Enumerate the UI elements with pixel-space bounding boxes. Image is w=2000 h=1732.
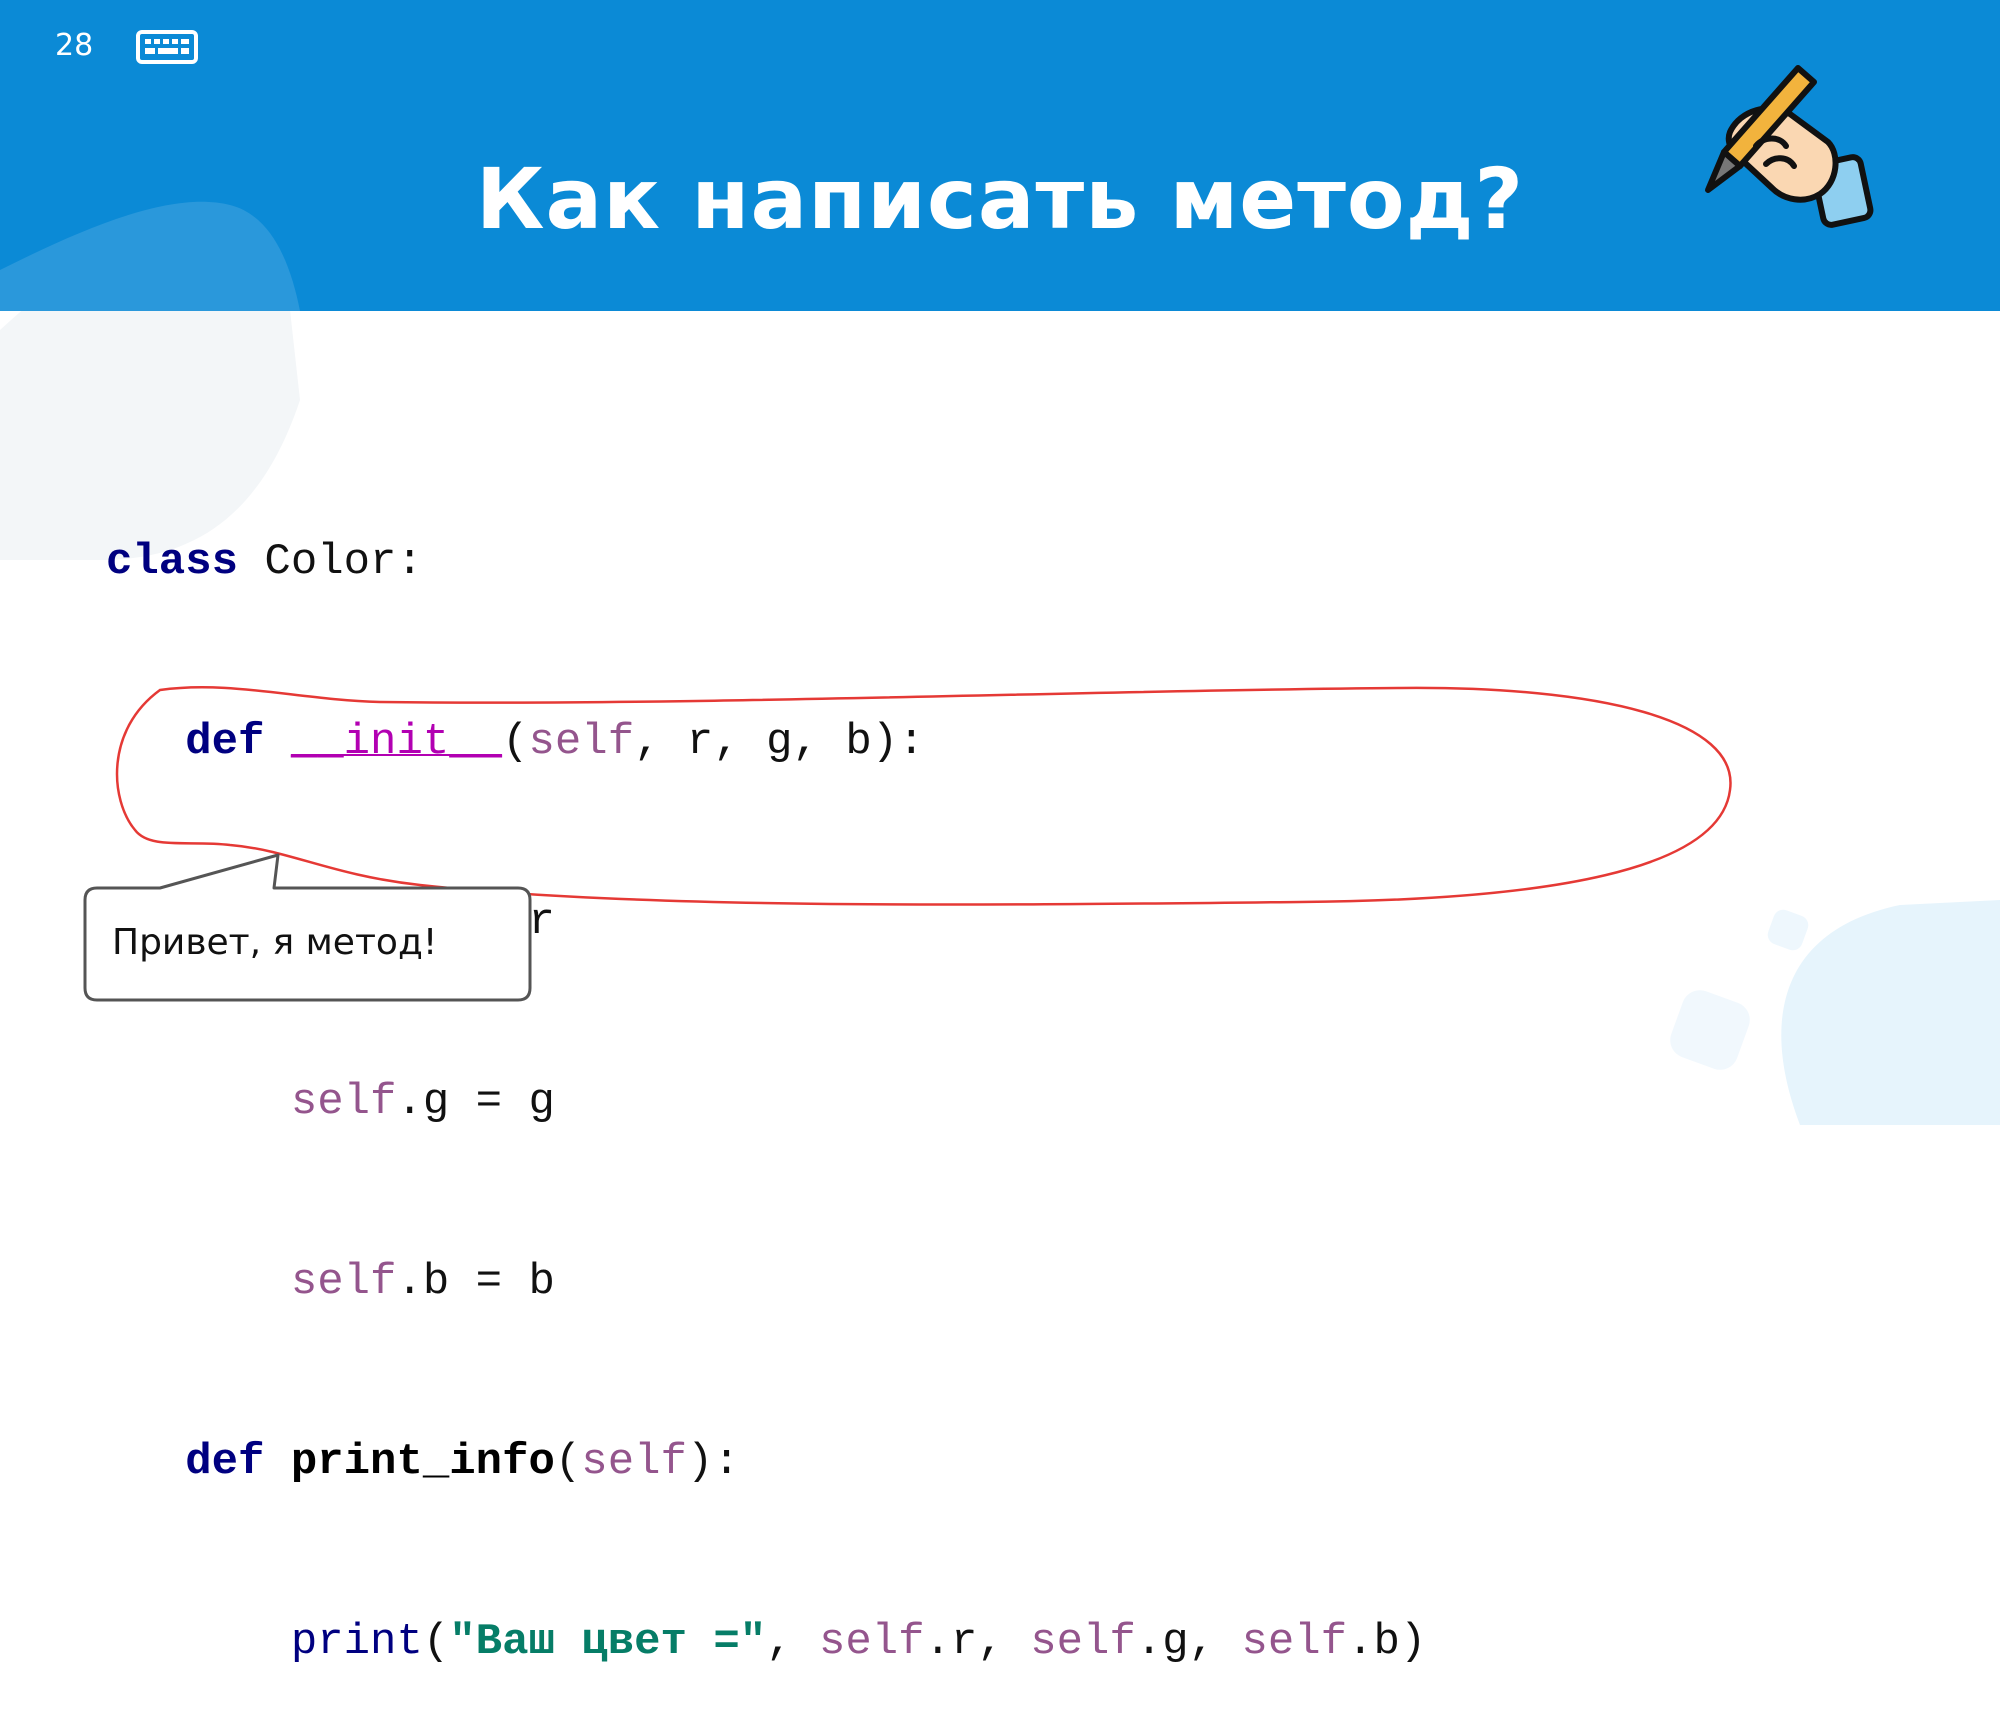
init-params: , r, g, b): xyxy=(634,717,925,767)
init-method-name: __init__ xyxy=(290,717,503,767)
self-token: self xyxy=(581,1437,687,1487)
builtin-print: print xyxy=(290,1617,423,1667)
slide-number: 28 xyxy=(55,28,94,63)
code-line-print-call: print("Ваш цвет =", self.r, self.g, self… xyxy=(290,1617,1427,1667)
header-bar: 28 Как написать метод? xyxy=(0,0,2000,311)
code-line-init: def __init__(self, r, g, b): xyxy=(185,717,925,767)
method-name-print-info: print_info xyxy=(290,1437,555,1487)
self-token: self xyxy=(818,1617,925,1667)
self-token: self xyxy=(290,1257,397,1307)
code-line-assign-g: self.g = g xyxy=(290,1077,555,1127)
keyword-def: def xyxy=(185,717,265,767)
callout-text: Привет, я метод! xyxy=(112,922,438,963)
code-line-assign-b: self.b = b xyxy=(290,1257,555,1307)
keyword-def: def xyxy=(185,1437,265,1487)
self-token: self xyxy=(1241,1617,1348,1667)
code-block: class Color: def __init__(self, r, g, b)… xyxy=(106,412,1426,1732)
hand-writing-icon xyxy=(1705,65,1874,228)
string-literal: "Ваш цвет =" xyxy=(449,1617,767,1667)
keyboard-icon xyxy=(136,30,198,64)
self-token: self xyxy=(528,717,635,767)
code-line-print-info-def: def print_info(self): xyxy=(185,1437,740,1487)
code-line-class: class Color: xyxy=(106,532,1426,592)
class-name: Color: xyxy=(238,537,423,587)
self-token: self xyxy=(290,1077,397,1127)
self-token: self xyxy=(1030,1617,1136,1667)
keyword-class: class xyxy=(106,537,239,587)
